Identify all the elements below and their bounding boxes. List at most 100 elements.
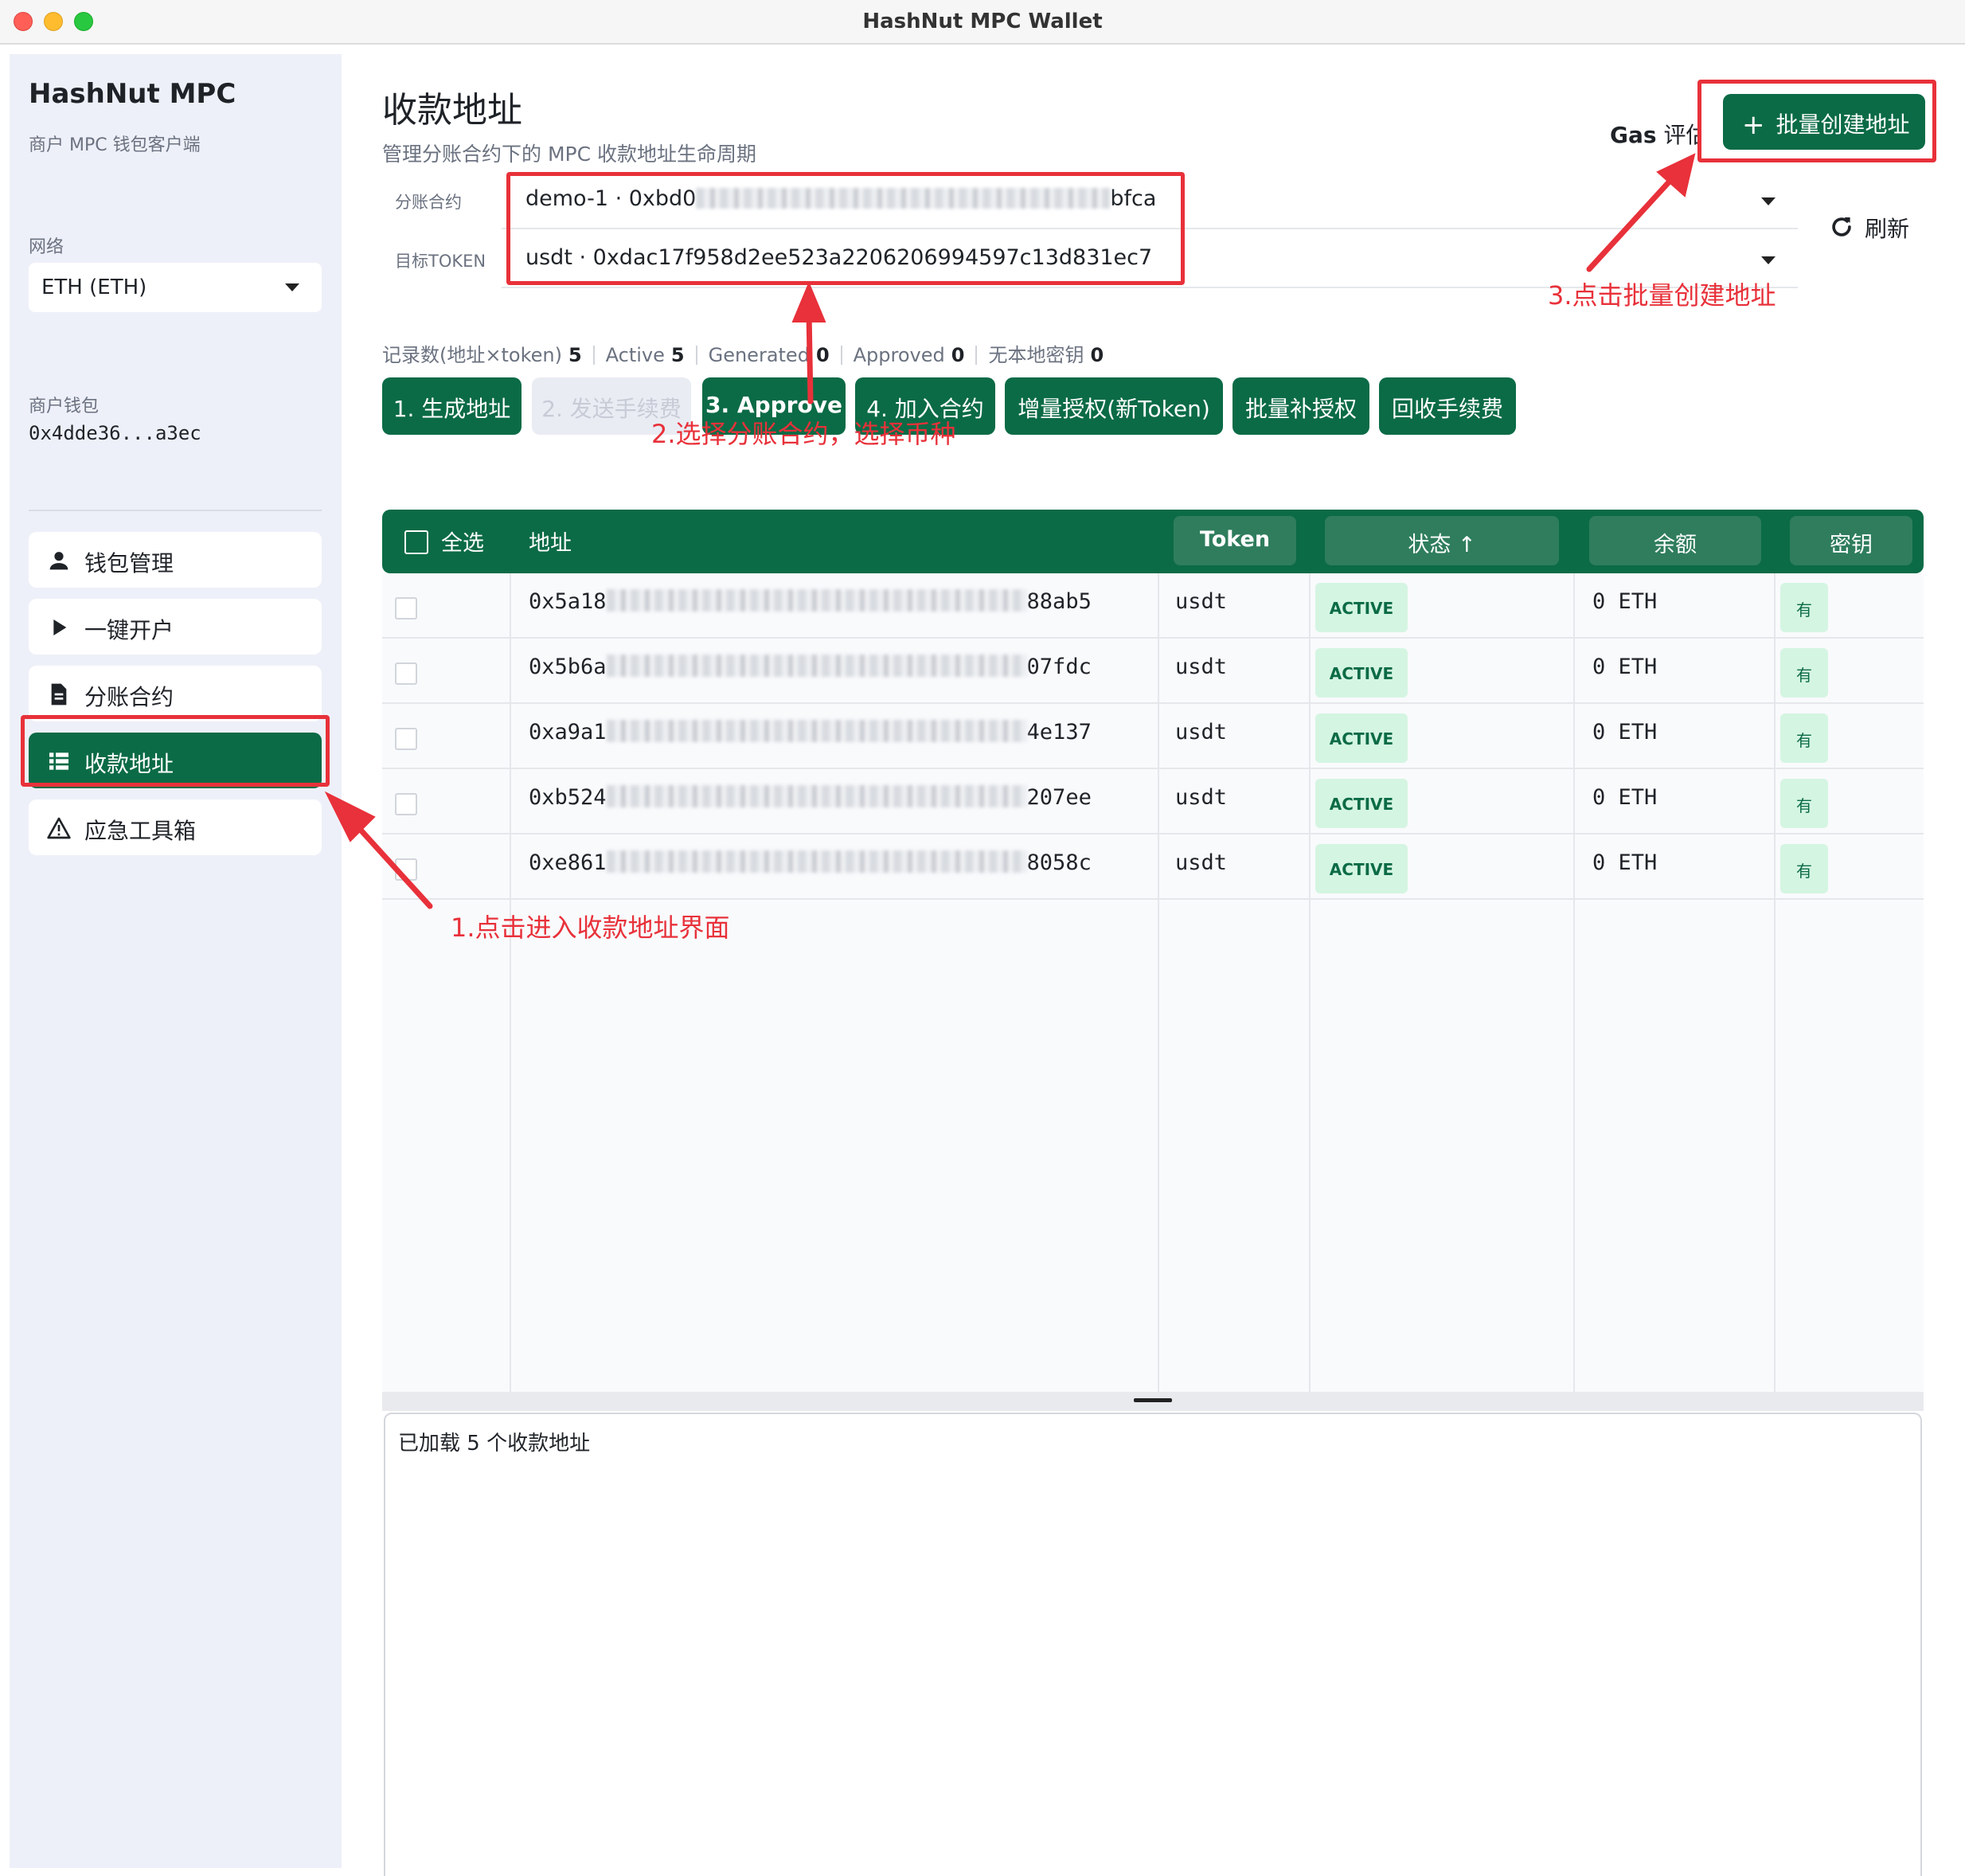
app-root: HashNut MPC 商户 MPC 钱包客户端 网络 ETH (ETH) 商户… [0,45,1965,1876]
redacted-region [606,655,1027,677]
caret-down-icon [285,283,299,291]
sidebar-item-emergency-toolbox[interactable]: 应急工具箱 [29,799,322,855]
row-checkbox[interactable] [395,858,417,881]
network-select[interactable]: ETH (ETH) [29,263,322,312]
key-badge: 有 [1780,844,1828,893]
sidebar-item-label: 分账合约 [84,684,174,710]
address-prefix: 0xa9a1 [529,720,607,745]
stat-label: Approved [853,344,945,366]
status-badge: ACTIVE [1315,648,1408,698]
stat-generated: Generated 0 [709,344,830,366]
generate-address-button[interactable]: 1. 生成地址 [382,377,522,435]
stat-no-local-key: 无本地密钥 0 [988,339,1104,367]
stat-value: 0 [1090,344,1104,366]
sidebar-item-one-click-onboarding[interactable]: 一键开户 [29,599,322,655]
annotation-box-batch-create [1697,80,1936,162]
person-icon [49,552,68,570]
drag-handle-icon[interactable] [1134,1398,1172,1402]
stat-label: Active [605,344,665,366]
table-header: 全选 地址 Token 状态 ↑ 余额 密钥 [382,510,1924,573]
caret-down-icon [1761,197,1776,205]
brand-title: HashNut MPC [29,78,236,110]
row-checkbox[interactable] [395,597,417,619]
wallet-label: 商户钱包 [29,397,100,416]
row-checkbox[interactable] [395,728,417,750]
address-prefix: 0xb524 [529,785,607,810]
table-row[interactable]: 0xe861 8058c usdt ACTIVE 0 ETH 有 [382,834,1924,900]
key-badge: 有 [1780,583,1828,632]
row-balance: 0 ETH [1592,655,1658,679]
row-balance: 0 ETH [1592,850,1658,875]
stat-label: Generated [708,344,810,366]
caret-down-icon [1761,256,1776,264]
gas-label-rest: 评估 [1663,122,1699,148]
gas-estimate-button[interactable]: Gas 评估 [1597,96,1699,169]
stat-separator [695,346,697,365]
address-prefix: 0xe861 [529,850,607,875]
column-header-address[interactable]: 地址 [529,526,572,557]
stat-records: 记录数(地址×token) 5 [382,339,582,367]
row-address: 0xa9a1 4e137 [529,720,1092,745]
row-address: 0x5b6a 07fdc [529,655,1092,679]
select-all-label: 全选 [441,531,484,556]
stat-label: 无本地密钥 [988,344,1084,366]
annotation-step-1: 1.点击进入收款地址界面 [451,913,730,943]
batch-reauthorize-button[interactable]: 批量补授权 [1233,377,1369,435]
refresh-label: 刷新 [1865,216,1910,242]
status-badge: ACTIVE [1315,779,1408,828]
log-panel[interactable]: 已加载 5 个收款地址 [384,1413,1922,1876]
play-icon [53,619,67,635]
stat-separator [840,346,842,365]
row-token: usdt [1175,655,1228,679]
table-row[interactable]: 0x5b6a 07fdc usdt ACTIVE 0 ETH 有 [382,639,1924,704]
row-checkbox[interactable] [395,662,417,685]
refresh-button[interactable]: 刷新 [1812,172,1925,283]
address-prefix: 0x5b6a [529,655,607,679]
sidebar-item-label: 钱包管理 [84,550,174,576]
row-token: usdt [1175,720,1228,745]
stat-separator [592,346,595,365]
row-token: usdt [1175,589,1228,614]
row-balance: 0 ETH [1592,589,1658,614]
stat-label: 记录数(地址×token) [382,344,562,366]
sidebar-item-wallet-management[interactable]: 钱包管理 [29,532,322,588]
window-titlebar: HashNut MPC Wallet [0,0,1965,45]
row-token: usdt [1175,785,1228,810]
row-address: 0x5a18 88ab5 [529,589,1092,614]
redacted-region [606,720,1027,742]
column-header-balance[interactable]: 余额 [1589,516,1761,565]
annotation-step-3: 3.点击批量创建地址 [1548,280,1776,311]
page-subtitle: 管理分账合约下的 MPC 收款地址生命周期 [382,143,756,166]
status-badge: ACTIVE [1315,713,1408,763]
incremental-authorize-button[interactable]: 增量授权(新Token) [1005,377,1223,435]
sidebar-item-split-contract[interactable]: 分账合约 [29,666,322,721]
stat-value: 0 [951,344,965,366]
address-prefix: 0x5a18 [529,589,607,614]
table-body: 0x5a18 88ab5 usdt ACTIVE 0 ETH 有 0x5b6a 07… [382,573,1924,1392]
column-header-key[interactable]: 密钥 [1790,516,1912,565]
sidebar-item-label: 应急工具箱 [84,818,197,844]
stat-value: 5 [670,344,685,366]
column-header-status[interactable]: 状态 ↑ [1325,516,1559,565]
row-balance: 0 ETH [1592,720,1658,745]
address-suffix: 07fdc [1026,655,1092,679]
network-select-value: ETH (ETH) [41,276,147,299]
row-token: usdt [1175,850,1228,875]
table-row[interactable]: 0x5a18 88ab5 usdt ACTIVE 0 ETH 有 [382,573,1924,639]
wallet-address: 0x4dde36...a3ec [29,422,201,444]
sidebar-divider [29,510,322,511]
column-header-token[interactable]: Token [1174,516,1296,565]
redacted-region [606,589,1027,612]
stat-active: Active 5 [606,344,685,366]
table-row[interactable]: 0xb524 207ee usdt ACTIVE 0 ETH 有 [382,769,1924,834]
key-badge: 有 [1780,648,1828,698]
table-row[interactable]: 0xa9a1 4e137 usdt ACTIVE 0 ETH 有 [382,704,1924,769]
document-icon [51,683,67,705]
stat-value: 5 [568,344,582,366]
recover-fee-button[interactable]: 回收手续费 [1379,377,1516,435]
log-text: 已加载 5 个收款地址 [398,1432,591,1456]
redacted-region [606,850,1027,873]
row-checkbox[interactable] [395,793,417,815]
select-all-checkbox[interactable] [404,530,428,554]
panel-splitter[interactable] [382,1392,1924,1411]
